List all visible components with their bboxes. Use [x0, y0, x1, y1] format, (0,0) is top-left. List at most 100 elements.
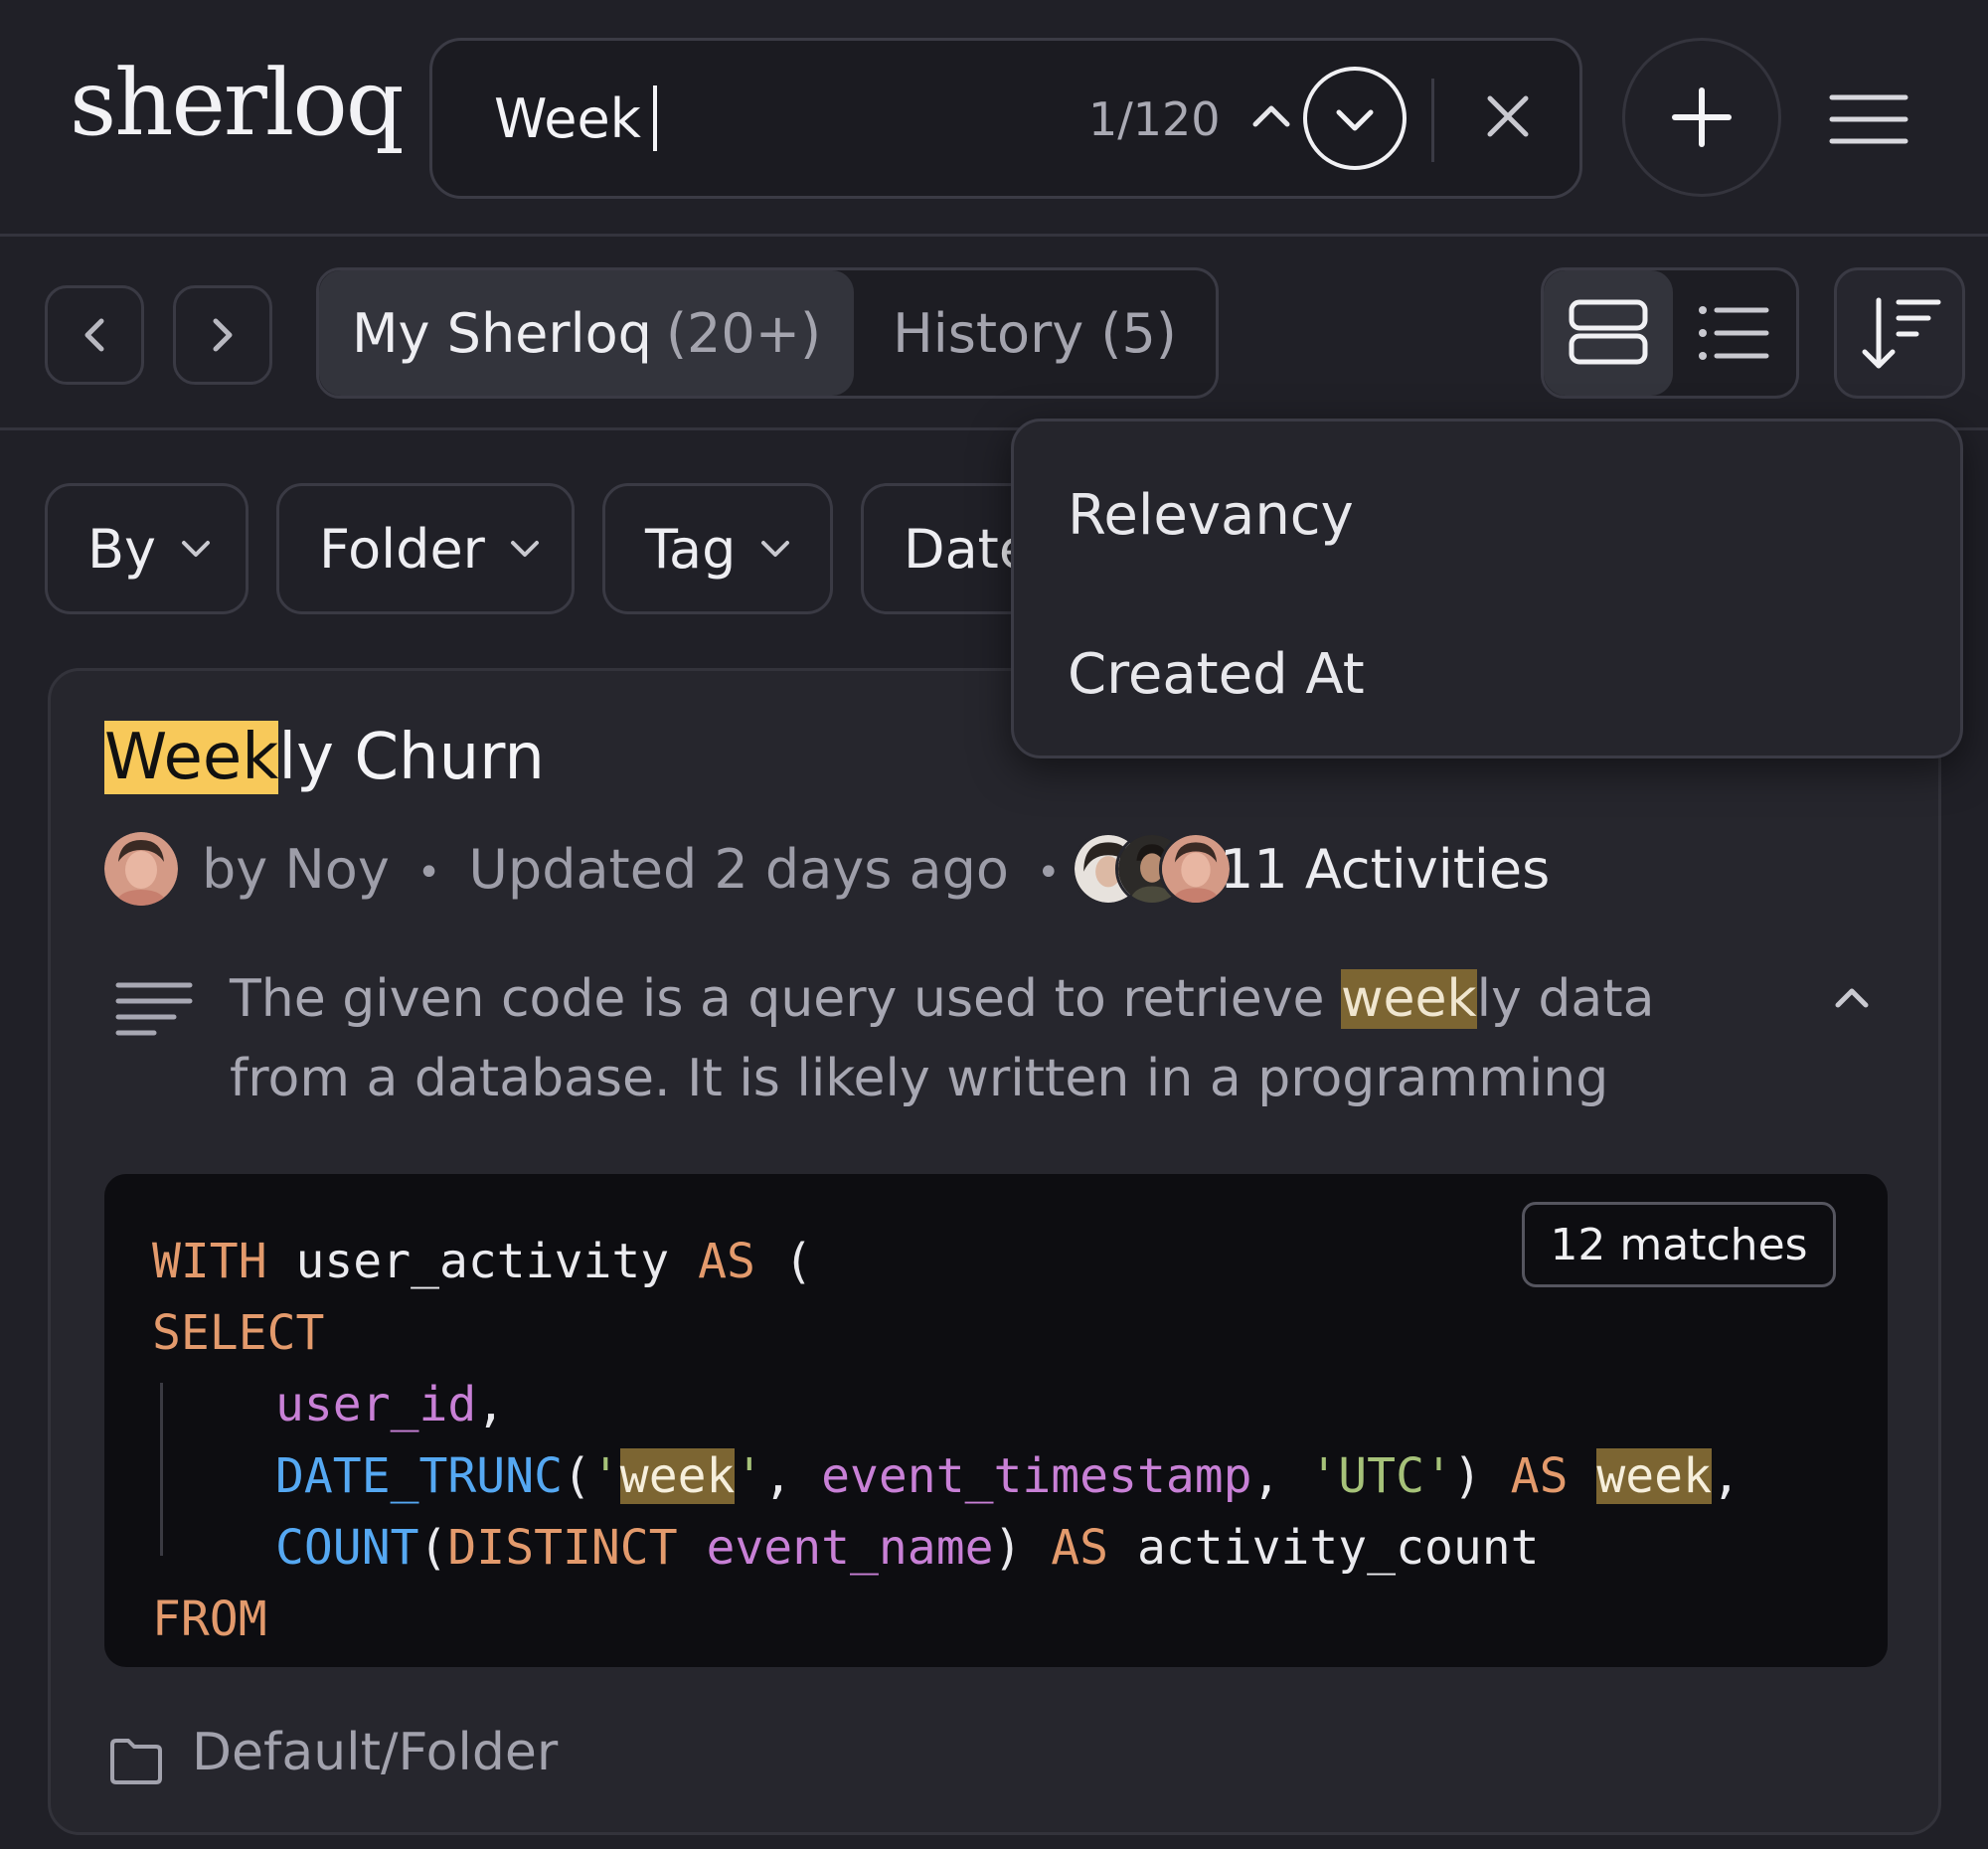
- separator-dot: •: [416, 850, 441, 897]
- next-match-button[interactable]: [1303, 67, 1407, 170]
- code-line: COUNT(DISTINCT event_name) AS activity_c…: [152, 1518, 1540, 1578]
- filter-label: By: [87, 517, 157, 581]
- card-title[interactable]: Weekly Churn: [104, 721, 545, 794]
- code-token: FROM: [152, 1592, 267, 1647]
- filter-label: Folder: [319, 517, 485, 581]
- app-logo[interactable]: sherloq: [70, 58, 405, 149]
- text-caret: [653, 85, 657, 151]
- code-token: AS: [698, 1234, 755, 1289]
- sort-option-created-at[interactable]: Created At: [1068, 642, 1365, 707]
- back-button[interactable]: [45, 285, 144, 385]
- filter-label: Tag: [645, 517, 737, 581]
- chevron-down-icon: [510, 541, 539, 557]
- code-token: ': [735, 1448, 764, 1504]
- code-token: activity_count: [1108, 1520, 1540, 1576]
- new-item-button[interactable]: [1622, 38, 1781, 197]
- code-token: (: [754, 1234, 813, 1289]
- code-token: ,: [763, 1448, 822, 1504]
- code-token: ,: [476, 1377, 506, 1432]
- chevron-left-icon: [84, 318, 104, 352]
- code-line: DATE_TRUNC('week', event_timestamp, 'UTC…: [152, 1446, 1740, 1506]
- code-token: event_timestamp: [821, 1448, 1252, 1504]
- code-token: ): [993, 1520, 1052, 1576]
- title-text: ly Churn: [278, 721, 545, 794]
- search-input[interactable]: [494, 83, 1051, 154]
- code-line: FROM: [152, 1590, 267, 1649]
- search-match-count: 1/120: [1088, 92, 1221, 146]
- card-summary: The given code is a query used to retrie…: [230, 959, 1780, 1118]
- list-view-icon: [1699, 306, 1769, 360]
- filter-by-dropdown[interactable]: By: [45, 483, 248, 614]
- filter-folder-dropdown[interactable]: Folder: [276, 483, 575, 614]
- chevron-up-icon: [1252, 105, 1290, 127]
- card-view-button[interactable]: [1544, 270, 1673, 396]
- author-avatar[interactable]: [104, 832, 178, 906]
- code-token: 'UTC': [1309, 1448, 1453, 1504]
- code-token: (: [418, 1520, 448, 1576]
- view-toggle: [1541, 267, 1799, 399]
- card-view-icon: [1569, 299, 1648, 365]
- chevron-up-icon: [1835, 988, 1869, 1008]
- sort-button[interactable]: [1834, 267, 1965, 399]
- code-token: ): [1452, 1448, 1511, 1504]
- list-view-button[interactable]: [1673, 270, 1796, 396]
- code-token: AS: [1051, 1520, 1109, 1576]
- chevron-right-icon: [213, 318, 233, 352]
- code-token: DATE_TRUNC: [275, 1448, 563, 1504]
- code-token: AS: [1510, 1448, 1569, 1504]
- code-snippet[interactable]: 12 matches WITH user_activity AS ( SELEC…: [104, 1174, 1888, 1667]
- tab-label: My Sherloq: [351, 301, 652, 365]
- chevron-down-icon: [1336, 109, 1374, 131]
- code-match-highlight: week: [1596, 1448, 1712, 1504]
- code-token: user_id: [275, 1377, 477, 1432]
- card-meta: by Noy • Updated 2 days ago •: [202, 838, 1088, 901]
- collapse-summary-button[interactable]: [1822, 969, 1882, 1029]
- title-match-highlight: Week: [104, 721, 279, 794]
- chevron-down-icon: [182, 541, 211, 557]
- code-token: ,: [1251, 1448, 1310, 1504]
- updated-time: Updated 2 days ago: [468, 838, 1009, 901]
- summary-lines-icon: [115, 982, 193, 1036]
- activities-count[interactable]: 11 Activities: [1220, 838, 1550, 901]
- code-token: user_activity: [266, 1234, 699, 1289]
- sort-icon: [1862, 297, 1941, 369]
- code-line: WITH user_activity AS (: [152, 1232, 813, 1291]
- sort-menu: Relevancy Created At: [1011, 419, 1963, 758]
- sort-option-relevancy[interactable]: Relevancy: [1068, 483, 1354, 548]
- matches-badge: 12 matches: [1522, 1202, 1836, 1287]
- code-token: ,: [1711, 1448, 1740, 1504]
- tab-history[interactable]: History (5): [854, 270, 1216, 396]
- code-line: user_id,: [152, 1375, 505, 1434]
- tab-count: (20+): [665, 301, 822, 365]
- code-token: event_name: [706, 1520, 994, 1576]
- folder-icon: [110, 1739, 162, 1784]
- separator-dot: •: [1036, 850, 1061, 897]
- code-token: WITH: [152, 1234, 267, 1289]
- summary-text-part: The given code is a query used to retrie…: [230, 969, 1342, 1029]
- search-bar[interactable]: 1/120: [429, 38, 1582, 199]
- folder-path[interactable]: Default/Folder: [192, 1723, 558, 1782]
- hamburger-icon: [1829, 94, 1908, 144]
- code-match-highlight: week: [619, 1448, 736, 1504]
- chevron-down-icon: [761, 541, 790, 557]
- close-icon: [1487, 95, 1529, 137]
- clear-search-button[interactable]: [1476, 84, 1540, 148]
- divider: [1431, 79, 1434, 162]
- header: sherloq 1/120: [0, 0, 1988, 237]
- result-card[interactable]: Weekly Churn by Noy • Updated 2 days ago • …: [48, 668, 1941, 1835]
- summary-match-highlight: week: [1341, 969, 1477, 1029]
- filter-tag-dropdown[interactable]: Tag: [602, 483, 833, 614]
- previous-match-button[interactable]: [1240, 84, 1303, 148]
- code-token: (: [562, 1448, 591, 1504]
- tab-my-sherloq[interactable]: My Sherloq (20+): [319, 270, 854, 396]
- author-name[interactable]: by Noy: [202, 838, 390, 901]
- code-token: COUNT: [275, 1520, 419, 1576]
- toolbar: My Sherloq (20+) History (5): [0, 240, 1988, 430]
- forward-button[interactable]: [173, 285, 272, 385]
- code-token: ': [590, 1448, 620, 1504]
- code-line: SELECT: [152, 1303, 324, 1363]
- main-menu-button[interactable]: [1824, 80, 1913, 159]
- tab-label: History (5): [893, 301, 1177, 365]
